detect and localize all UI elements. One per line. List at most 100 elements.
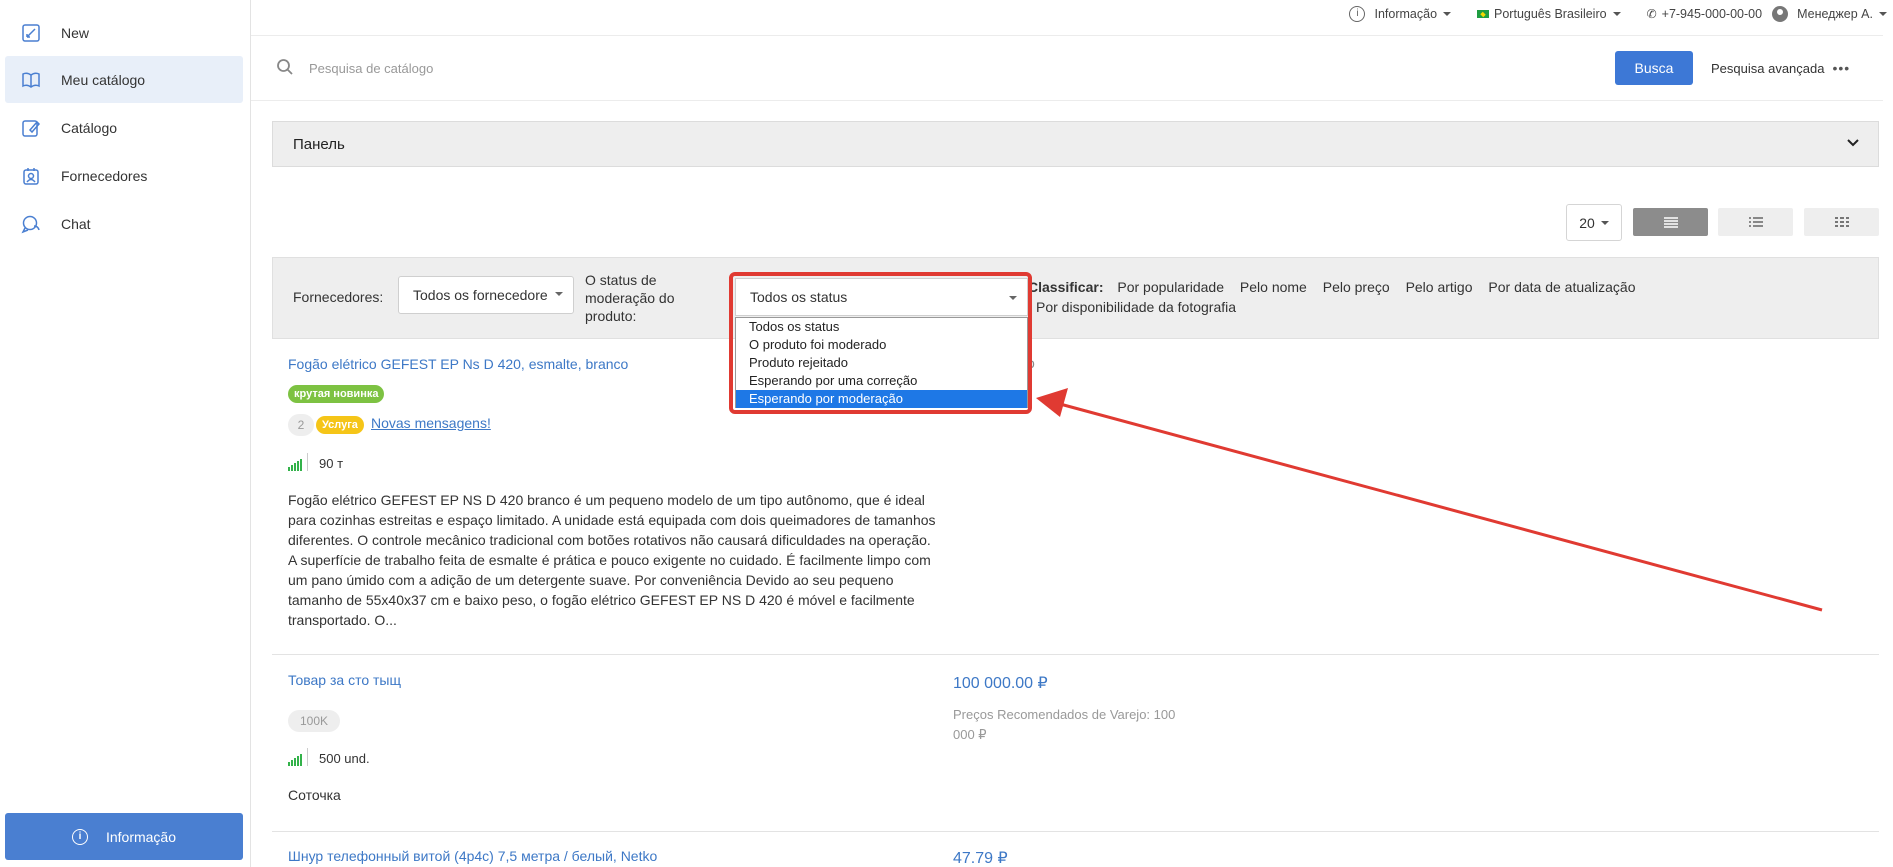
chevron-down-icon	[1847, 139, 1859, 147]
search-button[interactable]: Busca	[1615, 51, 1693, 85]
filter-bar: Fornecedores: Todos os fornecedore O sta…	[272, 257, 1879, 339]
more-icon: •••	[1832, 60, 1851, 76]
chevron-down-icon	[1612, 12, 1621, 16]
per-page-value: 20	[1579, 214, 1595, 231]
product-description: Fogão elétrico GEFEST EP NS D 420 branco…	[288, 492, 936, 628]
recommended-retail-price: Preços Recomendados de Varejo: 100 000 ₽	[953, 705, 1213, 745]
suppliers-select-value: Todos os fornecedore	[413, 287, 548, 303]
phone-label: +7-945-000-00-00	[1661, 7, 1763, 21]
status-dropdown-list: Todos os status O produto foi moderado P…	[735, 317, 1028, 408]
view-compact-button[interactable]	[1718, 208, 1793, 236]
status-label-line: O status de	[585, 272, 657, 288]
panel-header[interactable]: Панель	[272, 121, 1879, 167]
service-badge: Услуга	[316, 416, 364, 434]
sort-label: Classificar:	[1028, 279, 1104, 295]
product-title[interactable]: Товар за сто тыщ	[288, 672, 401, 688]
grid-view-icon	[1834, 217, 1849, 227]
info-menu[interactable]: i Informação	[1349, 6, 1452, 22]
view-list-button[interactable]	[1633, 208, 1708, 236]
catalog-icon	[20, 117, 42, 139]
rrp-line: 000 ₽	[953, 727, 987, 742]
sidebar-item-chat[interactable]: Chat	[5, 200, 243, 247]
user-icon	[1772, 6, 1789, 22]
phone-icon: ✆	[1646, 7, 1657, 21]
new-icon	[20, 22, 42, 44]
status-option-rejected[interactable]: Produto rejeitado	[736, 354, 1027, 372]
stock-level-icon	[288, 453, 309, 471]
chevron-down-icon	[1443, 12, 1452, 16]
divider	[272, 654, 1879, 655]
sort-options-row2: Por disponibilidade da fotografia	[1036, 299, 1248, 315]
user-menu[interactable]: Менеджер А.	[1772, 6, 1887, 22]
advanced-search-link[interactable]: Pesquisa avançada •••	[1711, 60, 1850, 76]
sidebar-item-label: New	[61, 24, 90, 41]
sort-by-price[interactable]: Pelo preço	[1323, 279, 1390, 295]
advanced-search-label: Pesquisa avançada	[1711, 60, 1825, 76]
sidebar-item-label: Fornecedores	[61, 167, 148, 184]
product-price: 47.79 ₽	[953, 850, 1008, 867]
sidebar-item-new[interactable]: New	[5, 9, 243, 56]
sidebar-item-label: Chat	[61, 215, 91, 232]
stock-level-icon	[288, 748, 309, 766]
language-label: Português Brasileiro	[1494, 7, 1607, 21]
status-label-line: produto:	[585, 308, 637, 324]
sidebar-item-catalog[interactable]: Catálogo	[5, 104, 243, 151]
stock-info: 500 und.	[288, 748, 370, 766]
sidebar-item-label: Catálogo	[61, 119, 118, 136]
rrp-line: Preços Recomendados de Varejo: 100	[953, 707, 1176, 722]
suppliers-icon	[20, 165, 42, 187]
product-note: Соточка	[288, 787, 341, 803]
stock-value: 90 т	[319, 456, 344, 471]
product-title[interactable]: Fogão elétrico GEFEST EP Ns D 420, esmal…	[288, 356, 628, 372]
chat-icon	[20, 213, 42, 235]
status-option-moderated[interactable]: O produto foi moderado	[736, 336, 1027, 354]
suppliers-label: Fornecedores:	[293, 289, 384, 305]
chevron-down-icon	[555, 292, 563, 296]
status-label: O status de moderação do produto:	[585, 271, 675, 325]
search-bar: Busca Pesquisa avançada •••	[251, 35, 1883, 101]
status-option-awaiting-correction[interactable]: Esperando por uma correção	[736, 372, 1027, 390]
novelty-badge: крутая новинка	[288, 385, 385, 403]
sort-by-name[interactable]: Pelo nome	[1240, 279, 1307, 295]
product-title[interactable]: Шнур телефонный витой (4р4с) 7,5 метра /…	[288, 848, 657, 864]
new-messages-link[interactable]: Novas mensagens!	[371, 415, 491, 431]
info-icon: i	[71, 828, 88, 845]
divider	[272, 831, 1879, 832]
message-count: 2	[288, 414, 314, 436]
status-select[interactable]: Todos os status	[735, 278, 1028, 316]
sidebar-item-suppliers[interactable]: Fornecedores	[5, 152, 243, 199]
sidebar-item-label: Meu catálogo	[61, 71, 146, 88]
info-button-label: Informação	[105, 828, 177, 845]
chevron-down-icon	[1600, 220, 1609, 225]
info-menu-label: Informação	[1374, 7, 1438, 21]
phone-number[interactable]: ✆ +7-945-000-00-00	[1647, 7, 1762, 21]
sort-by-photo-availability[interactable]: Por disponibilidade da fotografia	[1036, 299, 1236, 315]
info-button[interactable]: i Informação	[5, 813, 243, 860]
sidebar-item-my-catalog[interactable]: Meu catálogo	[5, 56, 243, 103]
sort-by-popularity[interactable]: Por popularidade	[1117, 279, 1224, 295]
compact-list-icon	[1748, 217, 1763, 227]
sort-by-update-date[interactable]: Por data de atualização	[1488, 279, 1635, 295]
chevron-down-icon	[1879, 12, 1887, 16]
product-tag: 100K	[288, 710, 340, 732]
brazil-flag-icon	[1477, 10, 1490, 18]
view-grid-button[interactable]	[1804, 208, 1879, 236]
per-page-select[interactable]: 20	[1566, 204, 1622, 241]
status-option-awaiting-moderation[interactable]: Esperando por moderação	[736, 390, 1027, 408]
info-icon: i	[1349, 6, 1366, 22]
suppliers-select[interactable]: Todos os fornecedore	[398, 276, 574, 314]
list-view-icon	[1663, 217, 1678, 228]
panel-title: Панель	[293, 135, 345, 153]
search-icon	[277, 59, 293, 75]
stock-value: 500 und.	[319, 751, 370, 766]
status-option-all[interactable]: Todos os status	[736, 318, 1027, 336]
sort-by-article[interactable]: Pelo artigo	[1406, 279, 1473, 295]
chevron-down-icon	[1009, 296, 1017, 300]
book-icon	[20, 69, 42, 91]
stock-info: 90 т	[288, 453, 344, 471]
sort-options: Classificar: Por popularidade Pelo nome …	[1028, 279, 1648, 295]
sidebar: New Meu catálogo Catálogo Fornecedores C…	[0, 0, 251, 867]
search-input[interactable]	[309, 56, 909, 80]
product-price: 100 000.00 ₽	[953, 675, 1048, 692]
language-menu[interactable]: Português Brasileiro	[1477, 7, 1621, 21]
